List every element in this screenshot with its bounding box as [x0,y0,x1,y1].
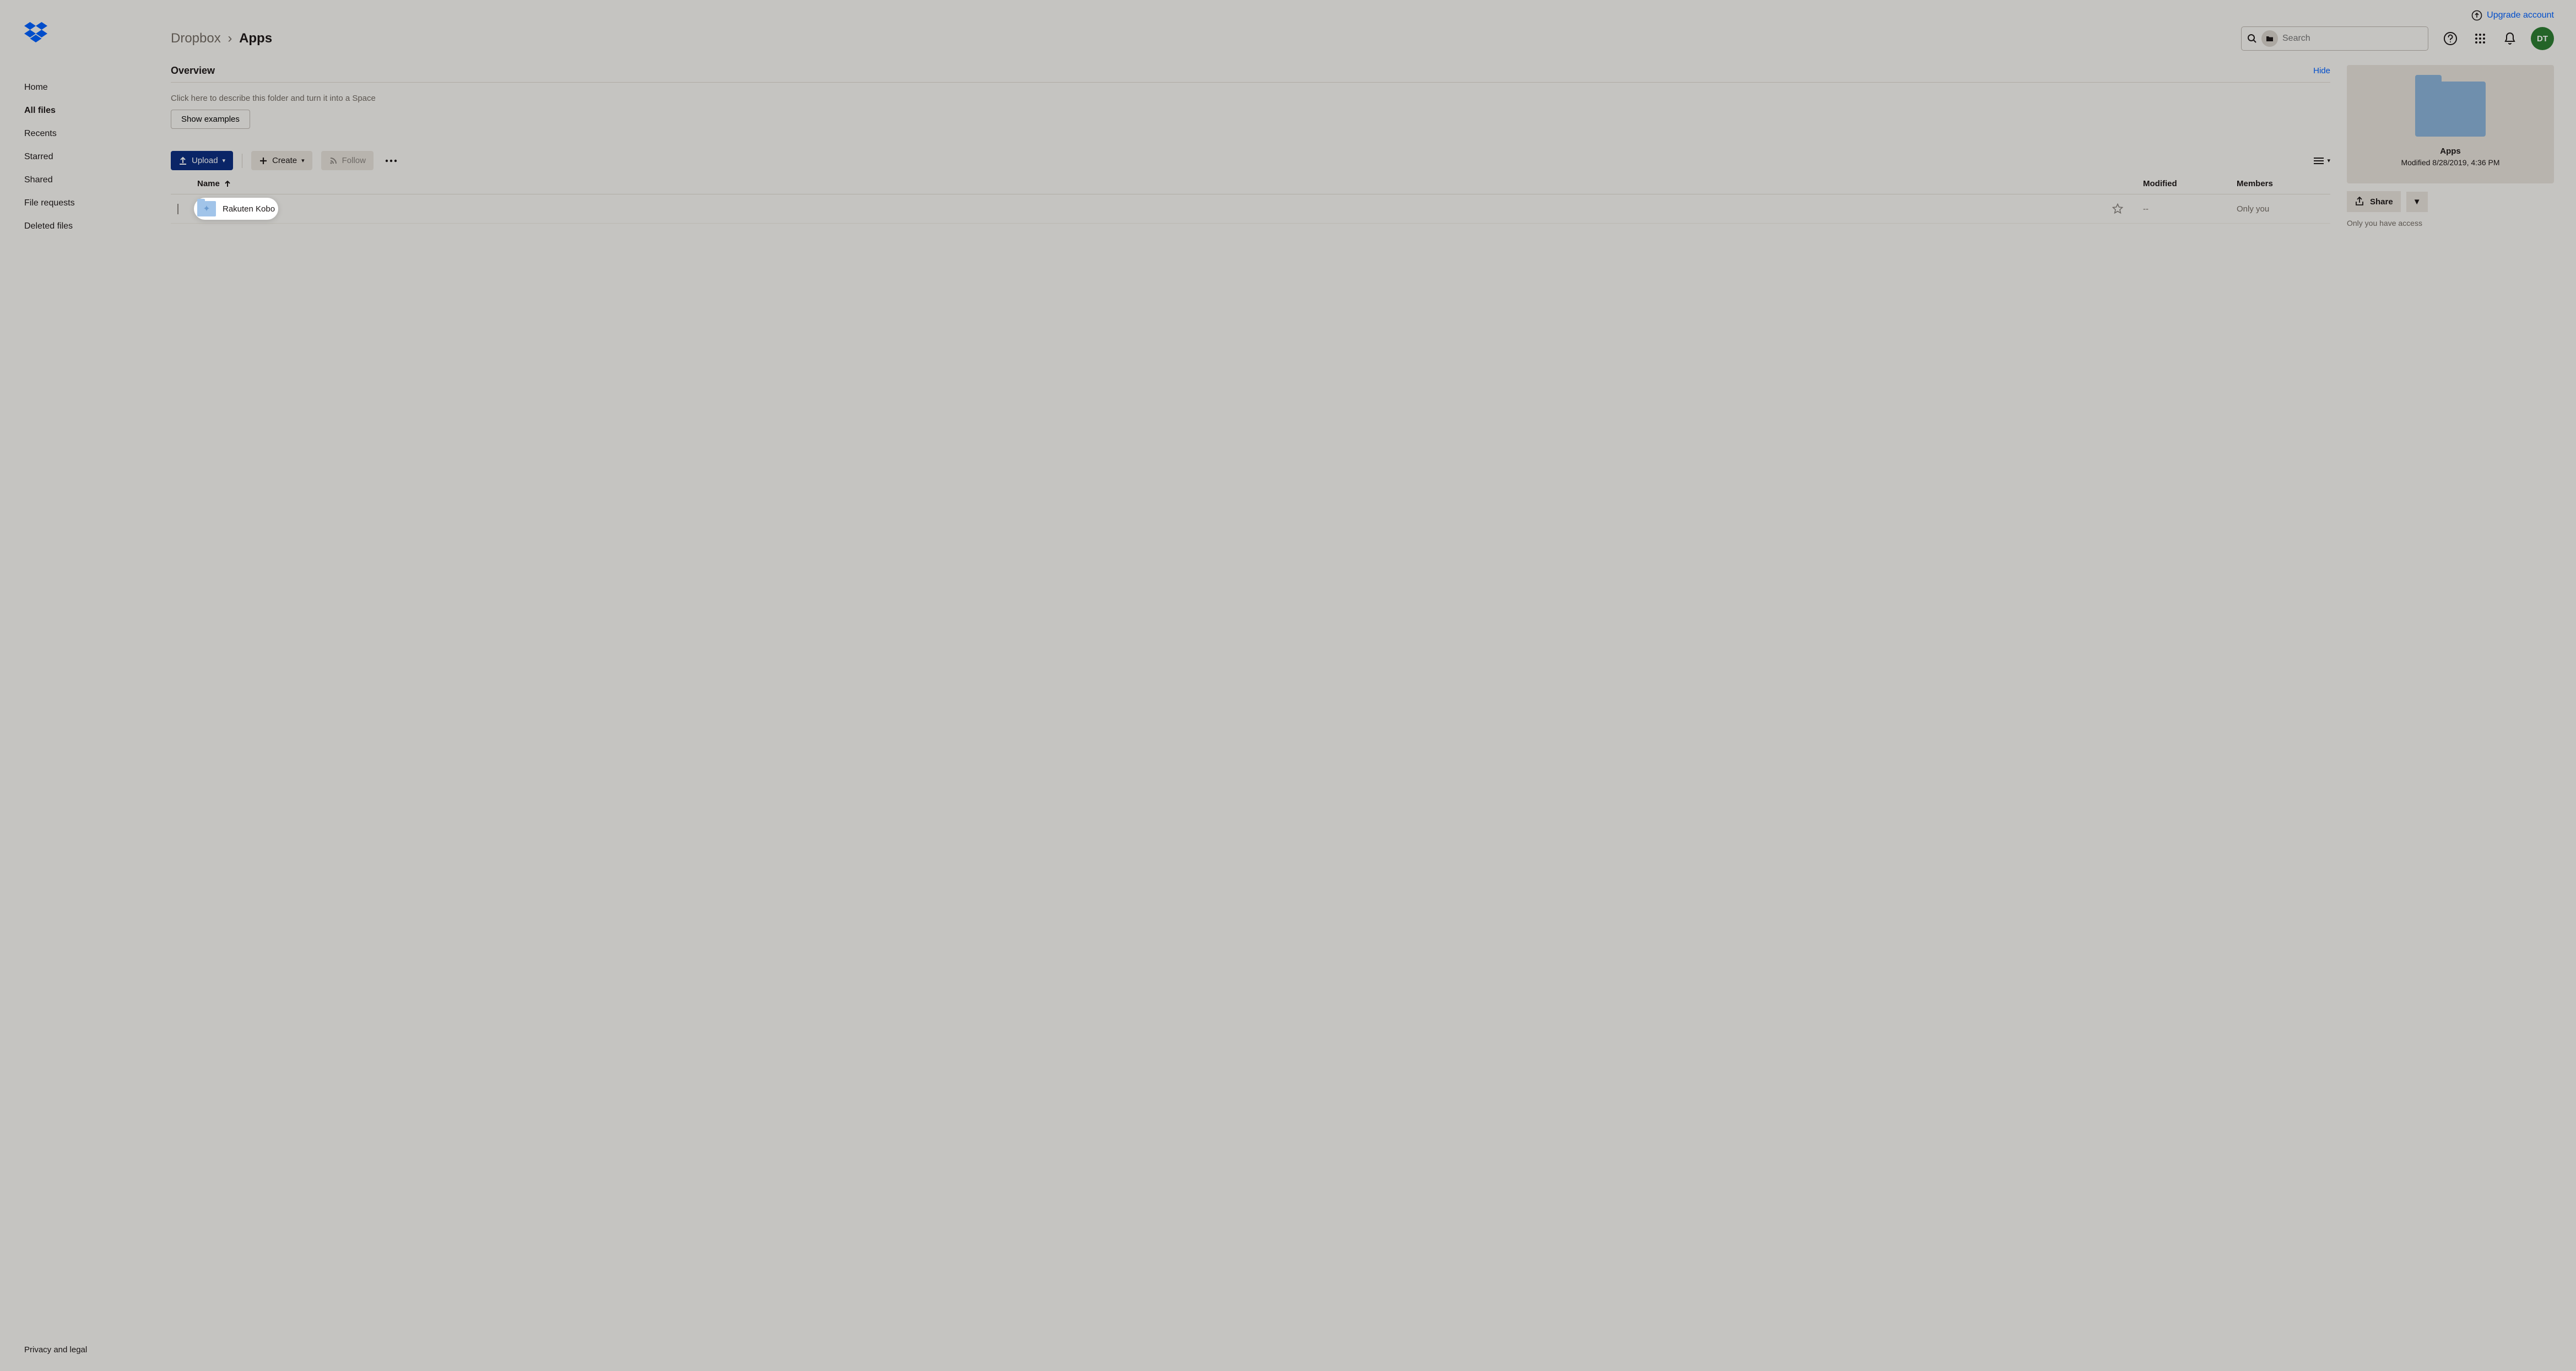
privacy-legal-link[interactable]: Privacy and legal [24,1345,87,1354]
sidebar: Home All files Recents Starred Shared Fi… [0,0,171,1371]
apps-grid-icon[interactable] [2471,30,2489,47]
upload-icon [178,156,187,165]
create-button[interactable]: Create ▾ [251,151,312,170]
content-row: Overview Hide Click here to describe thi… [171,65,2554,227]
header-row: Dropbox › Apps [171,24,2554,51]
app-root: Home All files Recents Starred Shared Fi… [0,0,2576,1371]
sort-asc-icon [224,181,231,187]
search-input[interactable] [2282,34,2422,44]
main-area: Upgrade account Dropbox › Apps [171,0,2576,1371]
details-panel: Apps Modified 8/28/2019, 4:36 PM Share ▼… [2347,65,2554,227]
share-options-button[interactable]: ▼ [2406,192,2428,212]
sidebar-footer: Privacy and legal [0,1334,171,1371]
create-label: Create [272,156,297,165]
account-avatar[interactable]: DT [2531,27,2554,50]
breadcrumb-root[interactable]: Dropbox [171,31,221,46]
overview-description-placeholder[interactable]: Click here to describe this folder and t… [171,83,2330,110]
caret-down-icon: ▼ [2413,197,2421,207]
preview-folder-name: Apps [2363,147,2537,156]
plus-icon [259,156,268,165]
chevron-down-icon: ▾ [2327,157,2330,164]
nav-shared[interactable]: Shared [0,169,171,192]
show-examples-button[interactable]: Show examples [171,110,250,129]
share-button[interactable]: Share [2347,191,2401,212]
folder-large-icon [2415,82,2486,137]
search-icon [2247,34,2257,44]
table-header: Name Modified Members [171,170,2330,194]
breadcrumb-current: Apps [239,31,272,46]
breadcrumb-separator: › [228,31,232,46]
notifications-icon[interactable] [2501,30,2519,47]
follow-button[interactable]: Follow [321,151,374,170]
folder-icon: ✦ [197,201,216,216]
chevron-down-icon: ▾ [301,157,305,164]
upload-label: Upload [192,156,218,165]
rss-icon [329,156,338,165]
puzzle-icon: ✦ [203,203,210,214]
row-item-name: Rakuten Kobo [223,204,275,214]
upgrade-account-link[interactable]: Upgrade account [2471,10,2554,21]
chevron-down-icon: ▾ [223,157,226,164]
nav-starred[interactable]: Starred [0,145,171,169]
nav-all-files[interactable]: All files [0,99,171,122]
access-label: Only you have access [2347,219,2554,227]
row-members: Only you [2237,204,2330,214]
follow-label: Follow [342,156,366,165]
dropbox-logo-icon[interactable] [24,22,171,43]
logo-wrap [0,22,171,43]
column-name-label: Name [197,179,220,188]
upgrade-icon [2471,10,2482,21]
sidebar-nav: Home All files Recents Starred Shared Fi… [0,76,171,1334]
upload-button[interactable]: Upload ▾ [171,151,233,170]
hide-overview-link[interactable]: Hide [2313,66,2330,75]
list-view-icon [2314,157,2324,165]
nav-home[interactable]: Home [0,76,171,99]
breadcrumb: Dropbox › Apps [171,31,272,46]
overview-header: Overview Hide [171,65,2330,83]
row-modified: -- [2143,204,2237,214]
search-scope-folder-icon[interactable] [2261,30,2278,47]
column-modified[interactable]: Modified [2143,179,2237,188]
column-members[interactable]: Members [2237,179,2330,188]
share-row: Share ▼ [2347,191,2554,212]
action-toolbar: Upload ▾ Create ▾ [171,151,2330,170]
nav-recents[interactable]: Recents [0,122,171,145]
share-label: Share [2370,197,2393,207]
upgrade-label: Upgrade account [2487,10,2554,20]
search-box[interactable] [2241,26,2428,51]
row-name-cell[interactable]: ✦ Rakuten Kobo [197,201,275,216]
preview-card: Apps Modified 8/28/2019, 4:36 PM [2347,65,2554,183]
nav-deleted-files[interactable]: Deleted files [0,215,171,238]
row-checkbox[interactable] [177,204,178,214]
table-row[interactable]: ✦ Rakuten Kobo -- Only you [171,194,2330,224]
overview-title: Overview [171,65,215,77]
view-toggle[interactable]: ▾ [2314,157,2330,165]
topbar: Upgrade account [171,0,2554,24]
header-icons: DT [2442,27,2554,50]
star-icon[interactable] [2112,203,2123,214]
content-main: Overview Hide Click here to describe thi… [171,65,2330,227]
share-icon [2355,197,2364,207]
help-icon[interactable] [2442,30,2459,47]
more-actions-icon[interactable] [382,152,400,170]
preview-modified-label: Modified 8/28/2019, 4:36 PM [2363,158,2537,167]
column-name[interactable]: Name [197,179,2143,188]
nav-file-requests[interactable]: File requests [0,192,171,215]
